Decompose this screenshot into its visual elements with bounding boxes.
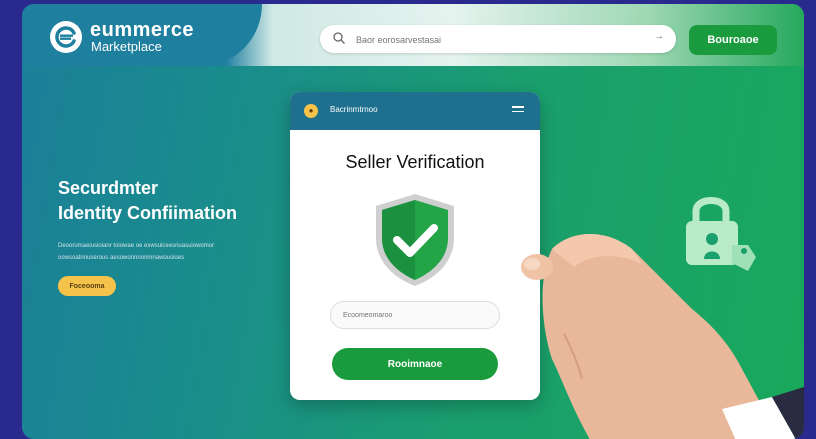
verify-button[interactable]: Rooimnaoe [332,348,498,380]
top-header: eummerce Marketplace → Bouroaoe [22,4,804,66]
hero-title-line-1: Securdmter [58,178,159,198]
hero-title: Securdmter Identity Confiimation [58,176,237,226]
card-title: Seller Verification [345,152,485,172]
page-frame: eummerce Marketplace → Bouroaoe Securdmt… [22,4,804,439]
arrow-icon[interactable]: → [654,31,664,42]
logo-icon[interactable] [50,21,82,53]
menu-icon[interactable] [512,106,524,115]
hero-description: Deoorumaeiusioianr toiowae oe exwsuicees… [58,243,215,261]
search-bar[interactable]: → [320,25,676,53]
verification-input[interactable] [330,301,500,329]
brand-subtitle: Marketplace [91,39,162,54]
badge-icon: ● [304,104,318,118]
card-header: ● Bacrinmtrnoo [290,92,540,130]
search-input[interactable] [354,29,638,51]
hero-title-line-2: Identity Confiimation [58,203,237,223]
lock-icon [686,197,756,271]
header-action-button[interactable]: Bouroaoe [689,25,777,55]
card-header-title: Bacrinmtrnoo [330,105,378,114]
search-icon[interactable] [332,31,346,45]
hero-cta-button[interactable]: Foceooma [58,276,116,296]
shield-check-icon [376,194,454,286]
